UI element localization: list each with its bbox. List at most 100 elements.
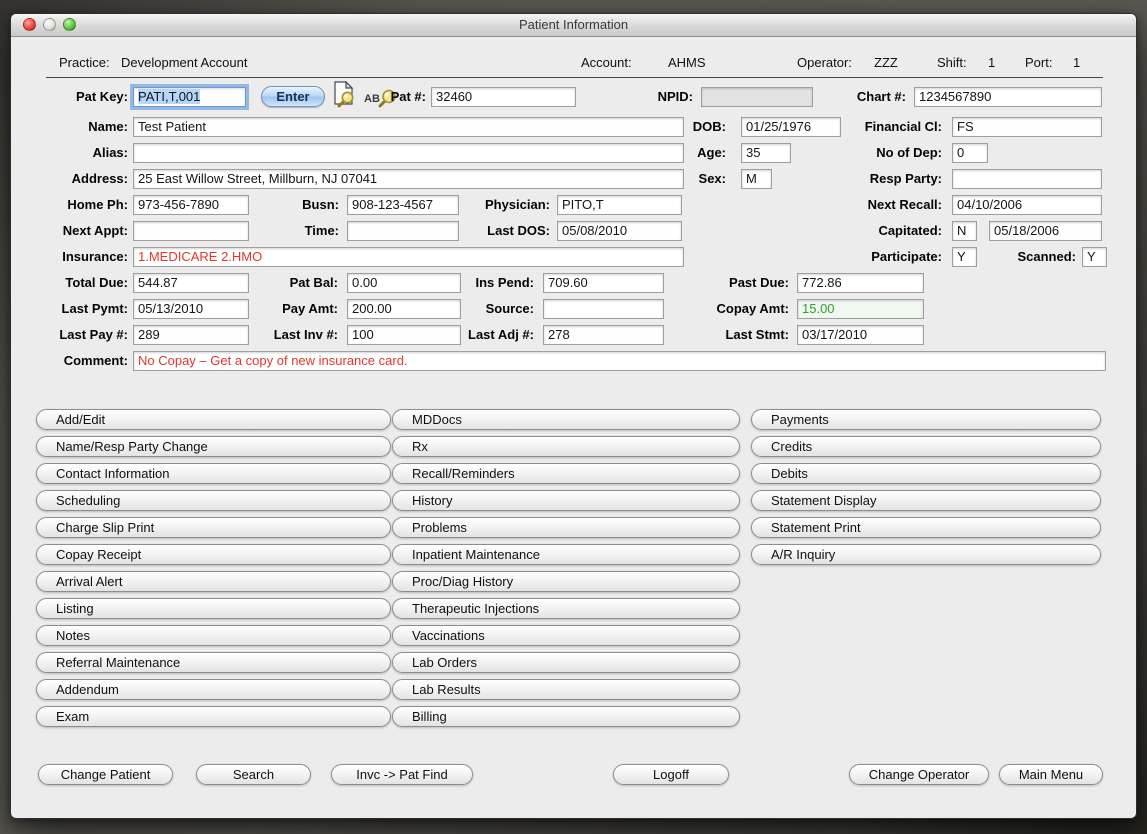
field-label-insurance: Insurance: xyxy=(13,247,128,267)
action-button-history[interactable]: History xyxy=(392,490,740,511)
action-button-payments[interactable]: Payments xyxy=(751,409,1101,430)
field-label-address: Address: xyxy=(13,169,128,189)
action-button-vaccinations[interactable]: Vaccinations xyxy=(392,625,740,646)
footer-button-invc-pat-find[interactable]: Invc -> Pat Find xyxy=(331,764,473,785)
action-button-charge-slip-print[interactable]: Charge Slip Print xyxy=(36,517,391,538)
footer-button-change-operator[interactable]: Change Operator xyxy=(849,764,989,785)
field-input-respparty[interactable] xyxy=(952,169,1102,189)
action-button-exam[interactable]: Exam xyxy=(36,706,391,727)
action-button-name-resp-party-change[interactable]: Name/Resp Party Change xyxy=(36,436,391,457)
action-button-therapeutic-injections[interactable]: Therapeutic Injections xyxy=(392,598,740,619)
action-button-scheduling[interactable]: Scheduling xyxy=(36,490,391,511)
action-button-arrival-alert[interactable]: Arrival Alert xyxy=(36,571,391,592)
action-button-rx[interactable]: Rx xyxy=(392,436,740,457)
field-input-comment[interactable]: No Copay – Get a copy of new insurance c… xyxy=(133,351,1106,371)
shift-label: Shift: xyxy=(937,54,967,72)
action-button-statement-display[interactable]: Statement Display xyxy=(751,490,1101,511)
action-button-listing[interactable]: Listing xyxy=(36,598,391,619)
action-button-debits[interactable]: Debits xyxy=(751,463,1101,484)
field-label-lastpayno: Last Pay #: xyxy=(13,325,128,345)
action-button-contact-information[interactable]: Contact Information xyxy=(36,463,391,484)
action-button-lab-orders[interactable]: Lab Orders xyxy=(392,652,740,673)
field-label-payamt: Pay Amt: xyxy=(223,299,338,319)
field-label-laststmt: Last Stmt: xyxy=(674,325,789,345)
field-label-patbal: Pat Bal: xyxy=(223,273,338,293)
action-button-statement-print[interactable]: Statement Print xyxy=(751,517,1101,538)
chart-number-input[interactable]: 1234567890 xyxy=(914,87,1102,107)
action-button-mddocs[interactable]: MDDocs xyxy=(392,409,740,430)
field-input-address[interactable]: 25 East Willow Street, Millburn, NJ 0704… xyxy=(133,169,684,189)
chart-number-label: Chart #: xyxy=(791,87,906,107)
operator-label: Operator: xyxy=(797,54,852,72)
footer-button-change-patient[interactable]: Change Patient xyxy=(38,764,173,785)
field-label-respparty: Resp Party: xyxy=(827,169,942,189)
field-input-sex[interactable]: M xyxy=(741,169,772,189)
field-input-lastdos[interactable]: 05/08/2010 xyxy=(557,221,682,241)
account-value: AHMS xyxy=(668,54,706,72)
action-button-notes[interactable]: Notes xyxy=(36,625,391,646)
field-label-source: Source: xyxy=(419,299,534,319)
patient-information-window: Patient Information Practice: Developmen… xyxy=(10,13,1137,819)
field-input-fincl[interactable]: FS xyxy=(952,117,1102,137)
action-button-problems[interactable]: Problems xyxy=(392,517,740,538)
field-label-homeph: Home Ph: xyxy=(13,195,128,215)
shift-value: 1 xyxy=(988,54,995,72)
field-label-time: Time: xyxy=(224,221,339,241)
pat-key-input[interactable]: PATI,T,001 xyxy=(133,87,246,107)
footer-button-search[interactable]: Search xyxy=(196,764,311,785)
field-input-source[interactable] xyxy=(543,299,664,319)
field-input-copayamt[interactable]: 15.00 xyxy=(797,299,924,319)
field-label-lastinvno: Last Inv #: xyxy=(223,325,338,345)
title-bar: Patient Information xyxy=(11,14,1136,37)
field-label-age: Age: xyxy=(611,143,726,163)
field-label-capitated: Capitated: xyxy=(827,221,942,241)
field-label-pastdue: Past Due: xyxy=(674,273,789,293)
field-input-age[interactable]: 35 xyxy=(741,143,791,163)
action-button-recall-reminders[interactable]: Recall/Reminders xyxy=(392,463,740,484)
practice-value: Development Account xyxy=(121,54,247,72)
action-button-addendum[interactable]: Addendum xyxy=(36,679,391,700)
port-label: Port: xyxy=(1025,54,1052,72)
action-button-credits[interactable]: Credits xyxy=(751,436,1101,457)
field-input-insurance[interactable]: 1.MEDICARE 2.HMO xyxy=(133,247,684,267)
field-label-nextappt: Next Appt: xyxy=(13,221,128,241)
field-input-name[interactable]: Test Patient xyxy=(133,117,684,137)
field-input-lastadjno[interactable]: 278 xyxy=(543,325,664,345)
field-input-nodep[interactable]: 0 xyxy=(952,143,988,163)
action-button-referral-maintenance[interactable]: Referral Maintenance xyxy=(36,652,391,673)
field-label-lastpymt: Last Pymt: xyxy=(13,299,128,319)
field-label-scanned: Scanned: xyxy=(961,247,1076,267)
field-label-inspend: Ins Pend: xyxy=(419,273,534,293)
action-button-inpatient-maintenance[interactable]: Inpatient Maintenance xyxy=(392,544,740,565)
pat-number-input[interactable]: 32460 xyxy=(431,87,576,107)
action-button-add-edit[interactable]: Add/Edit xyxy=(36,409,391,430)
pat-number-label: Pat #: xyxy=(311,87,426,107)
field-input-capitated-date[interactable]: 05/18/2006 xyxy=(989,221,1102,241)
field-input-pastdue[interactable]: 772.86 xyxy=(797,273,924,293)
footer-button-logoff[interactable]: Logoff xyxy=(613,764,729,785)
field-input-capitated[interactable]: N xyxy=(952,221,977,241)
action-button-proc-diag-history[interactable]: Proc/Diag History xyxy=(392,571,740,592)
field-label-fincl: Financial Cl: xyxy=(827,117,942,137)
field-input-physician[interactable]: PITO,T xyxy=(557,195,682,215)
field-input-scanned[interactable]: Y xyxy=(1082,247,1107,267)
field-input-alias[interactable] xyxy=(133,143,684,163)
footer-button-main-menu[interactable]: Main Menu xyxy=(999,764,1103,785)
field-input-dob[interactable]: 01/25/1976 xyxy=(741,117,841,137)
field-label-name: Name: xyxy=(13,117,128,137)
field-label-alias: Alias: xyxy=(13,143,128,163)
field-label-nextrecall: Next Recall: xyxy=(827,195,942,215)
action-button-copay-receipt[interactable]: Copay Receipt xyxy=(36,544,391,565)
action-button-billing[interactable]: Billing xyxy=(392,706,740,727)
field-input-laststmt[interactable]: 03/17/2010 xyxy=(797,325,924,345)
action-button-a-r-inquiry[interactable]: A/R Inquiry xyxy=(751,544,1101,565)
field-input-nextrecall[interactable]: 04/10/2006 xyxy=(952,195,1102,215)
action-button-lab-results[interactable]: Lab Results xyxy=(392,679,740,700)
field-input-inspend[interactable]: 709.60 xyxy=(543,273,664,293)
field-label-copayamt: Copay Amt: xyxy=(674,299,789,319)
desktop: { "window": { "title": "Patient Informat… xyxy=(0,0,1147,834)
port-value: 1 xyxy=(1073,54,1080,72)
field-label-busn: Busn: xyxy=(224,195,339,215)
window-title: Patient Information xyxy=(11,14,1136,36)
field-label-comment: Comment: xyxy=(13,351,128,371)
